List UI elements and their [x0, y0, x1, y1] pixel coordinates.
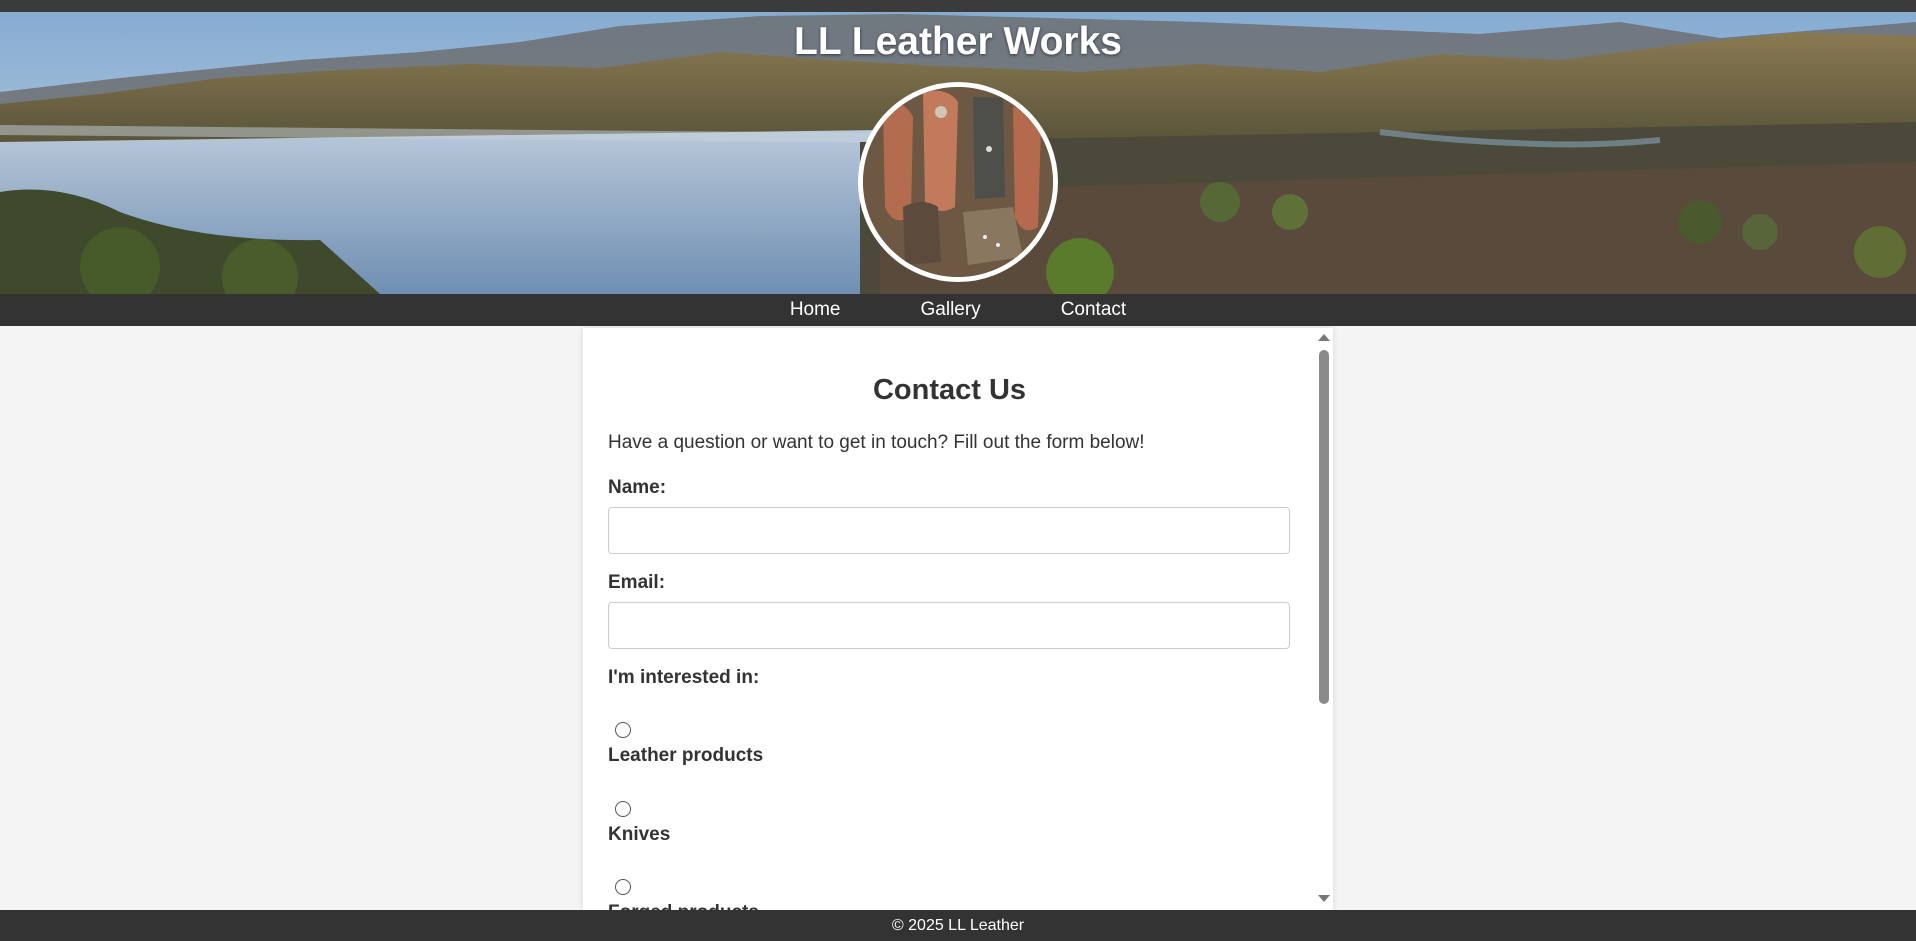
- nav-link-contact[interactable]: Contact: [1061, 299, 1126, 321]
- name-input[interactable]: [608, 507, 1290, 554]
- radio-knives[interactable]: [615, 801, 631, 817]
- nav-link-home[interactable]: Home: [790, 299, 841, 321]
- email-input[interactable]: [608, 602, 1290, 649]
- scroll-up-arrow-icon[interactable]: [1318, 334, 1330, 341]
- scroll-thumb[interactable]: [1319, 350, 1329, 704]
- leather-sheaths-image: [863, 87, 1053, 277]
- option-label-forged-products[interactable]: Forged products: [608, 902, 759, 910]
- contact-panel: Contact Us Have a question or want to ge…: [583, 328, 1333, 910]
- footer-copyright: © 2025 LL Leather: [891, 917, 1025, 934]
- email-label: Email:: [608, 572, 666, 593]
- nav-link-gallery[interactable]: Gallery: [921, 299, 981, 321]
- logo-image: [858, 82, 1058, 282]
- top-strip: [0, 0, 1916, 12]
- footer: © 2025 LL Leather: [0, 910, 1916, 941]
- scroll-down-arrow-icon[interactable]: [1318, 895, 1330, 902]
- page-title: Contact Us: [872, 374, 1027, 406]
- panel-scrollbar[interactable]: [1315, 328, 1333, 910]
- interest-label: I'm interested in:: [608, 667, 760, 688]
- intro-text: Have a question or want to get in touch?…: [608, 432, 1145, 453]
- option-label-knives[interactable]: Knives: [608, 824, 670, 846]
- name-label: Name:: [608, 477, 667, 498]
- radio-forged-products[interactable]: [615, 879, 631, 895]
- option-label-leather-products[interactable]: Leather products: [608, 745, 763, 767]
- site-title: LL Leather Works: [794, 20, 1122, 63]
- radio-leather-products[interactable]: [615, 722, 631, 738]
- header-banner: LL Leather Works: [0, 12, 1916, 294]
- main-nav: Home Gallery Contact: [0, 294, 1916, 326]
